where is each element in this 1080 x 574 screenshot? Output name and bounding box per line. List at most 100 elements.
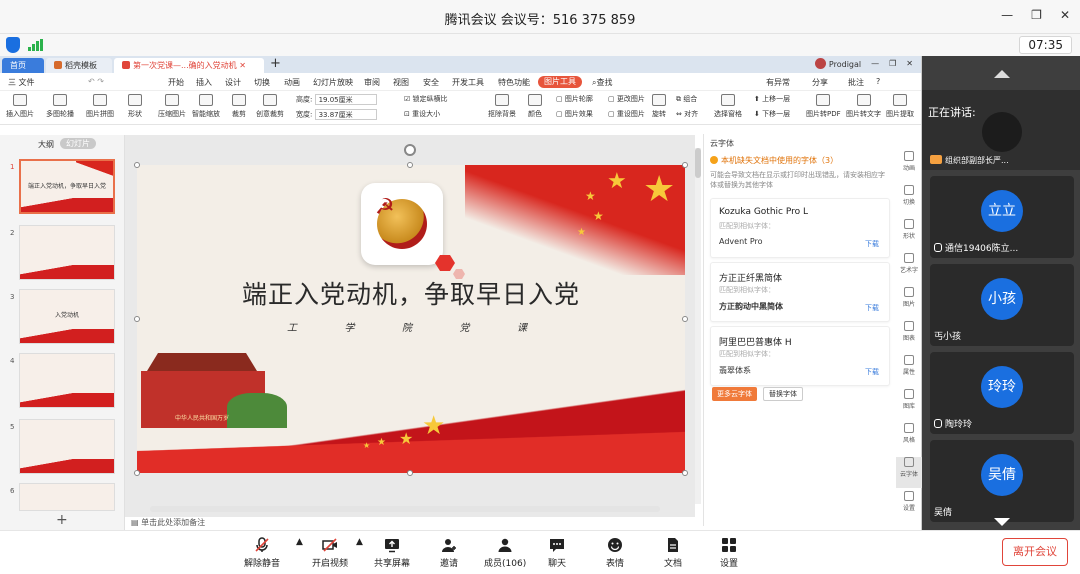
menu-transition[interactable]: 切换 (254, 77, 270, 88)
crop-button[interactable]: 裁剪 (232, 94, 246, 119)
side-property[interactable]: 属性 (896, 355, 922, 386)
menu-file[interactable]: 三 文件 (8, 77, 35, 88)
menu-review[interactable]: 审阅 (364, 77, 380, 88)
chevron-up-icon[interactable]: ▲ (356, 537, 363, 547)
menu-picture-tools[interactable]: 图片工具 (538, 76, 582, 88)
slide-thumbnail-6[interactable] (19, 483, 115, 511)
menu-design[interactable]: 设计 (225, 77, 241, 88)
reset-picture-button[interactable]: ▢ 重设图片 (608, 109, 645, 119)
participant-tile[interactable]: 小孩 丐小孩 (930, 264, 1074, 346)
network-signal-icon[interactable] (28, 39, 43, 51)
compress-button[interactable]: 压缩图片 (158, 94, 186, 119)
resize-handle[interactable] (407, 470, 413, 476)
picture-effect-button[interactable]: ▢ 图片效果 (556, 109, 593, 119)
side-chart[interactable]: 图表 (896, 321, 922, 352)
undo-icon[interactable]: ↶ ↷ (88, 77, 104, 86)
bring-forward-button[interactable]: ⬆ 上移一层 (754, 94, 790, 104)
document-button[interactable]: 文档 (664, 537, 682, 569)
menu-features[interactable]: 特色功能 (498, 77, 530, 88)
menu-exception[interactable]: 有异常 (766, 77, 790, 88)
participant-tile[interactable]: 吴倩 吴倩 (930, 440, 1074, 522)
menu-animation[interactable]: 动画 (284, 77, 300, 88)
resize-handle[interactable] (682, 470, 688, 476)
replace-font-button[interactable]: 替换字体 (763, 387, 803, 401)
minimize-icon[interactable]: — (871, 59, 879, 68)
side-animation[interactable]: 动画 (896, 151, 922, 182)
reset-size-button[interactable]: ⊡ 重设大小 (404, 109, 440, 119)
resize-handle[interactable] (134, 162, 140, 168)
active-speaker-tile[interactable]: 正在讲话: 组织部副部长严... (922, 90, 1080, 170)
notes-area[interactable]: ▤ 单击此处添加备注 (125, 517, 700, 530)
participant-tile[interactable]: 立立 通信19406陈立... (930, 176, 1074, 258)
unmute-button[interactable]: 解除静音 (244, 537, 280, 569)
menu-search[interactable]: ⌕查找 (592, 77, 612, 88)
tab-document[interactable]: 第一次党课—...确的入党动机 ✕ (114, 58, 264, 73)
picture-extract-button[interactable]: 图片提取 (886, 94, 914, 119)
chevron-up-icon[interactable]: ▲ (296, 537, 303, 547)
side-settings[interactable]: 设置 (896, 491, 922, 522)
invite-button[interactable]: 邀请 (440, 537, 458, 569)
smart-scale-button[interactable]: 智能缩放 (192, 94, 220, 119)
tab-slides[interactable]: 幻灯片 (60, 138, 96, 149)
restore-icon[interactable]: ❐ (889, 59, 896, 68)
resize-handle[interactable] (407, 162, 413, 168)
slide-thumbnail-2[interactable] (19, 225, 115, 280)
restore-icon[interactable]: ❐ (1031, 8, 1042, 22)
slide-thumbnail-4[interactable] (19, 353, 115, 408)
carousel-button[interactable]: 多图轮播 (46, 94, 74, 119)
collage-button[interactable]: 图片拼图 (86, 94, 114, 119)
download-button[interactable]: 下载 (865, 303, 879, 313)
menu-comment[interactable]: 批注 (848, 77, 864, 88)
members-button[interactable]: 成员(106) (484, 537, 526, 569)
menu-view[interactable]: 视图 (393, 77, 409, 88)
side-gallery[interactable]: 图库 (896, 389, 922, 420)
settings-button[interactable]: 设置 (720, 537, 738, 569)
slide-thumbnail-3[interactable]: 入党动机 (19, 289, 115, 344)
group-button[interactable]: ⧉ 组合 (676, 94, 697, 104)
side-shape[interactable]: 形状 (896, 219, 922, 250)
menu-slideshow[interactable]: 幻灯片放映 (313, 77, 353, 88)
side-style[interactable]: 风格 (896, 423, 922, 454)
new-tab-button[interactable]: + (270, 56, 281, 71)
send-backward-button[interactable]: ⬇ 下移一层 (754, 109, 790, 119)
selection-pane-button[interactable]: 选择窗格 (714, 94, 742, 119)
close-tab-icon[interactable]: ✕ (239, 61, 246, 70)
scroll-up-icon[interactable] (994, 70, 1010, 78)
scroll-down-icon[interactable] (994, 518, 1010, 526)
participant-tile[interactable]: 玲玲 陶玲玲 (930, 352, 1074, 434)
side-wordart[interactable]: 艺术字 (896, 253, 922, 284)
align-button[interactable]: ⇔ 对齐 (676, 109, 698, 119)
menu-developer[interactable]: 开发工具 (452, 77, 484, 88)
shape-button[interactable]: 形状 (128, 94, 142, 119)
close-icon[interactable]: ✕ (906, 59, 913, 68)
rotate-button[interactable]: 旋转 (652, 94, 666, 119)
menu-security[interactable]: 安全 (423, 77, 439, 88)
help-icon[interactable]: ? (876, 77, 880, 86)
tab-home[interactable]: 首页 (2, 58, 44, 73)
menu-insert[interactable]: 插入 (196, 77, 212, 88)
minimize-icon[interactable]: — (1001, 8, 1013, 22)
user-account[interactable]: Prodigal (814, 58, 861, 69)
side-picture[interactable]: 图片 (896, 287, 922, 318)
close-icon[interactable]: ✕ (1060, 8, 1070, 22)
share-screen-button[interactable]: 共享屏幕 (374, 537, 410, 569)
add-slide-button[interactable]: + (56, 512, 68, 528)
slide-thumbnail-5[interactable] (19, 419, 115, 474)
download-button[interactable]: 下载 (865, 367, 879, 377)
menu-start[interactable]: 开始 (168, 77, 184, 88)
resize-handle[interactable] (134, 470, 140, 476)
tab-template[interactable]: 稻壳模板 (46, 58, 112, 73)
rotate-handle[interactable] (404, 144, 416, 156)
height-input[interactable]: 19.05厘米 (314, 94, 377, 105)
side-transition[interactable]: 切换 (896, 185, 922, 216)
more-fonts-button[interactable]: 更多云字体 (712, 387, 757, 401)
remove-bg-button[interactable]: 抠除背景 (488, 94, 516, 119)
picture-to-pdf-button[interactable]: 图片转PDF (806, 94, 841, 119)
lock-ratio-checkbox[interactable]: ☑ 锁定纵横比 (404, 94, 448, 104)
current-slide[interactable]: ★ ★ ★ ★ ★ ☭ 端正入党动机，争取早日入党 工 学 院 党 课 中华人民… (137, 165, 685, 473)
leave-meeting-button[interactable]: 离开会议 (1002, 538, 1068, 566)
tab-outline[interactable]: 大纲 (38, 139, 54, 150)
change-picture-button[interactable]: ▢ 更改图片 (608, 94, 645, 104)
start-video-button[interactable]: 开启视频 (312, 537, 348, 569)
vertical-scrollbar[interactable] (695, 148, 701, 504)
